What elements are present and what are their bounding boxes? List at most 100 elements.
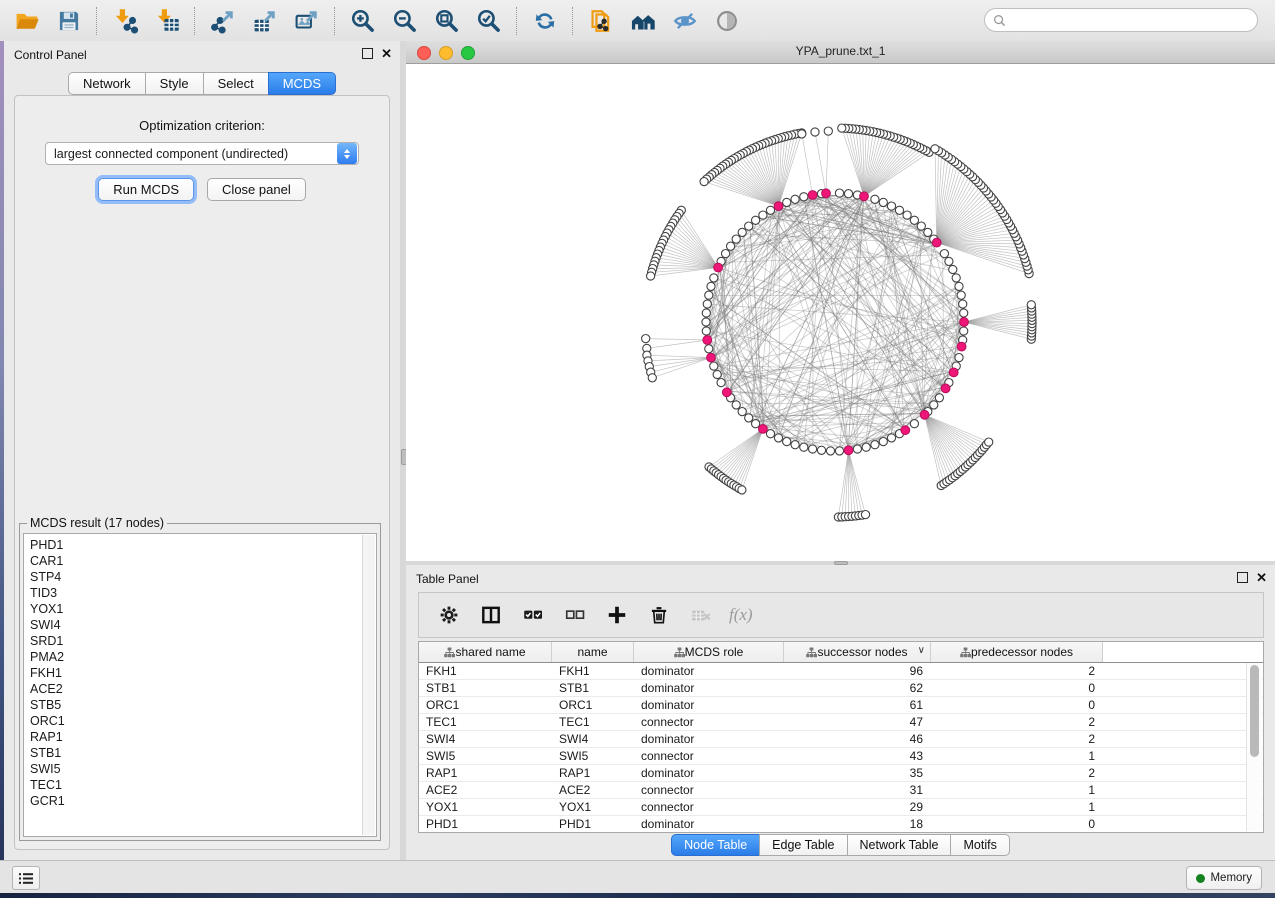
tab-motifs[interactable]: Motifs xyxy=(950,834,1009,856)
mcds-result-item[interactable]: PHD1 xyxy=(30,537,376,553)
clear-table-icon xyxy=(690,604,712,626)
table-scrollbar[interactable] xyxy=(1246,663,1262,831)
cell: dominator xyxy=(634,816,784,832)
select-all-button[interactable] xyxy=(519,601,547,629)
network-window-titlebar[interactable]: YPA_prune.txt_1 xyxy=(406,41,1275,64)
export-image-button[interactable] xyxy=(289,5,325,37)
clone-network-button[interactable] xyxy=(583,5,619,37)
mcds-result-item[interactable]: PMA2 xyxy=(30,649,376,665)
hide-details-button[interactable] xyxy=(667,5,703,37)
table-row[interactable]: SWI4SWI4dominator462 xyxy=(419,731,1263,748)
mcds-result-item[interactable]: ORC1 xyxy=(30,713,376,729)
export-network-button[interactable] xyxy=(205,5,241,37)
table-row[interactable]: PHD1PHD1dominator180 xyxy=(419,816,1263,833)
mcds-result-item[interactable]: SWI5 xyxy=(30,761,376,777)
window-zoom-traffic-light[interactable] xyxy=(461,46,475,60)
float-panel-icon[interactable] xyxy=(1237,572,1248,583)
cytoscape-app: Control Panel ✕ NetworkStyleSelectMCDS O… xyxy=(0,0,1275,898)
network-canvas[interactable] xyxy=(406,64,1275,561)
table-row[interactable]: YOX1YOX1connector291 xyxy=(419,799,1263,816)
export-table-button[interactable] xyxy=(247,5,283,37)
column-header-successor-nodes[interactable]: successor nodes∨ xyxy=(784,642,931,662)
add-row-button[interactable] xyxy=(603,601,631,629)
open-file-button[interactable] xyxy=(9,5,45,37)
cell: connector xyxy=(634,714,784,730)
criterion-dropdown[interactable]: largest connected component (undirected) xyxy=(45,142,359,165)
float-panel-icon[interactable] xyxy=(362,48,373,59)
close-panel-button[interactable]: Close panel xyxy=(207,178,306,201)
zoom-out-icon xyxy=(392,8,418,34)
delete-row-button[interactable] xyxy=(645,601,673,629)
mcds-list-scrollbar[interactable] xyxy=(362,535,375,835)
zoom-out-button[interactable] xyxy=(387,5,423,37)
tab-style[interactable]: Style xyxy=(145,72,203,95)
table-row[interactable]: SWI5SWI5connector431 xyxy=(419,748,1263,765)
search-input[interactable] xyxy=(1011,12,1257,28)
tab-network[interactable]: Network xyxy=(68,72,145,95)
refresh-icon xyxy=(532,8,558,34)
refresh-button[interactable] xyxy=(527,5,563,37)
tab-mcds[interactable]: MCDS xyxy=(268,72,336,95)
memory-button[interactable]: Memory xyxy=(1186,866,1262,890)
cell: SWI4 xyxy=(419,731,552,747)
table-row[interactable]: ORC1ORC1dominator610 xyxy=(419,697,1263,714)
zoom-fit-button[interactable] xyxy=(429,5,465,37)
mcds-result-item[interactable]: FKH1 xyxy=(30,665,376,681)
import-table-button[interactable] xyxy=(149,5,185,37)
houses-button[interactable] xyxy=(625,5,661,37)
close-panel-icon[interactable]: ✕ xyxy=(381,49,392,58)
cell: PHD1 xyxy=(419,816,552,832)
column-header-name[interactable]: name xyxy=(552,642,634,662)
column-header-predecessor-nodes[interactable]: predecessor nodes xyxy=(931,642,1103,662)
mcds-result-item[interactable]: GCR1 xyxy=(30,793,376,809)
close-panel-icon[interactable]: ✕ xyxy=(1256,573,1267,582)
tab-select[interactable]: Select xyxy=(203,72,268,95)
save-button[interactable] xyxy=(51,5,87,37)
tab-node-table[interactable]: Node Table xyxy=(671,834,759,856)
window-minimize-traffic-light[interactable] xyxy=(439,46,453,60)
export-table-icon xyxy=(252,8,278,34)
mcds-result-item[interactable]: RAP1 xyxy=(30,729,376,745)
mcds-result-item[interactable]: ACE2 xyxy=(30,681,376,697)
table-row[interactable]: FKH1FKH1dominator962 xyxy=(419,663,1263,680)
mcds-result-list[interactable]: PHD1CAR1STP4TID3YOX1SWI4SRD1PMA2FKH1ACE2… xyxy=(23,533,377,837)
column-header-MCDS-role[interactable]: MCDS role xyxy=(634,642,784,662)
mcds-result-item[interactable]: SWI4 xyxy=(30,617,376,633)
cell: YOX1 xyxy=(552,799,634,815)
column-label: shared name xyxy=(455,645,525,659)
import-network-icon xyxy=(112,8,138,34)
task-history-button[interactable] xyxy=(12,866,40,890)
mcds-result-item[interactable]: STP4 xyxy=(30,569,376,585)
network-graph[interactable] xyxy=(406,64,1275,561)
cell: 43 xyxy=(784,748,931,764)
toggle-column-button[interactable] xyxy=(477,601,505,629)
window-close-traffic-light[interactable] xyxy=(417,46,431,60)
mcds-result-item[interactable]: CAR1 xyxy=(30,553,376,569)
show-details-button[interactable] xyxy=(709,5,745,37)
list-icon xyxy=(18,872,34,885)
mcds-result-item[interactable]: TID3 xyxy=(30,585,376,601)
settings-gear-button[interactable] xyxy=(435,601,463,629)
mcds-result-item[interactable]: STB1 xyxy=(30,745,376,761)
mcds-result-item[interactable]: SRD1 xyxy=(30,633,376,649)
mcds-result-item[interactable]: TEC1 xyxy=(30,777,376,793)
tab-edge-table[interactable]: Edge Table xyxy=(759,834,846,856)
zoom-in-button[interactable] xyxy=(345,5,381,37)
cell: ORC1 xyxy=(552,697,634,713)
import-network-button[interactable] xyxy=(107,5,143,37)
desktop-wallpaper-strip xyxy=(0,893,1275,898)
table-row[interactable]: TEC1TEC1connector472 xyxy=(419,714,1263,731)
mcds-result-item[interactable]: YOX1 xyxy=(30,601,376,617)
search-box[interactable] xyxy=(984,8,1258,32)
mcds-result-item[interactable]: STB5 xyxy=(30,697,376,713)
node-table[interactable]: shared name nameMCDS rolesuccessor nodes∨… xyxy=(418,641,1264,833)
scrollbar-thumb[interactable] xyxy=(1250,665,1259,757)
run-mcds-button[interactable]: Run MCDS xyxy=(98,178,194,201)
table-row[interactable]: ACE2ACE2connector311 xyxy=(419,782,1263,799)
zoom-selected-button[interactable] xyxy=(471,5,507,37)
table-row[interactable]: STB1STB1dominator620 xyxy=(419,680,1263,697)
tab-network-table[interactable]: Network Table xyxy=(847,834,951,856)
table-row[interactable]: RAP1RAP1dominator352 xyxy=(419,765,1263,782)
column-header-shared-name[interactable]: shared name xyxy=(419,642,552,662)
deselect-all-button[interactable] xyxy=(561,601,589,629)
